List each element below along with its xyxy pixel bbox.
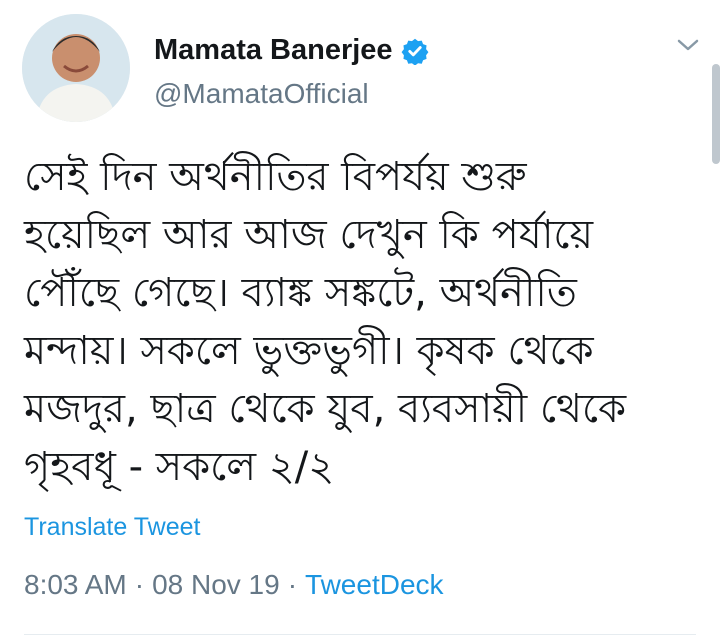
tweet-time[interactable]: 8:03 AM	[24, 569, 127, 601]
name-row: Mamata Banerjee	[154, 34, 429, 67]
tweet-header: Mamata Banerjee @MamataOfficial	[22, 14, 702, 124]
profile-avatar-icon	[22, 14, 130, 122]
tweet-meta: 8:03 AM · 08 Nov 19 · TweetDeck	[24, 569, 444, 601]
tweet-source-link[interactable]: TweetDeck	[305, 569, 444, 601]
tweet-line: গৃহবধূ - সকলে ২/২	[24, 444, 335, 490]
avatar[interactable]	[22, 14, 130, 122]
meta-separator: ·	[287, 569, 298, 600]
tweet-line: মন্দায়। সকলে ভুক্তভুগী। কৃষক থেকে	[24, 328, 594, 374]
meta-separator: ·	[134, 569, 145, 600]
tweet-line: পৌঁছে গেছে। ব্যাঙ্ক সঙ্কটে, অর্থনীতি	[24, 270, 577, 316]
tweet-date[interactable]: 08 Nov 19	[152, 569, 280, 601]
verified-badge-icon	[401, 38, 428, 65]
author-name[interactable]: Mamata Banerjee	[154, 34, 393, 67]
tweet-line: হয়েছিল আর আজ দেখুন কি পর্যায়ে	[24, 212, 594, 258]
author-handle[interactable]: @MamataOfficial	[154, 78, 369, 110]
translate-tweet-link[interactable]: Translate Tweet	[24, 513, 200, 542]
chevron-down-icon[interactable]	[674, 34, 702, 56]
tweet-line: সেই দিন অর্থনীতির বিপর্যয় শুরু	[24, 154, 527, 200]
tweet-line: মজদুর, ছাত্র থেকে যুব, ব্যবসায়ী থেকে	[24, 386, 627, 432]
tweet-text: সেই দিন অর্থনীতির বিপর্যয় শুরু হয়েছিল …	[24, 148, 696, 496]
divider	[24, 634, 696, 635]
scrollbar[interactable]	[712, 64, 720, 164]
